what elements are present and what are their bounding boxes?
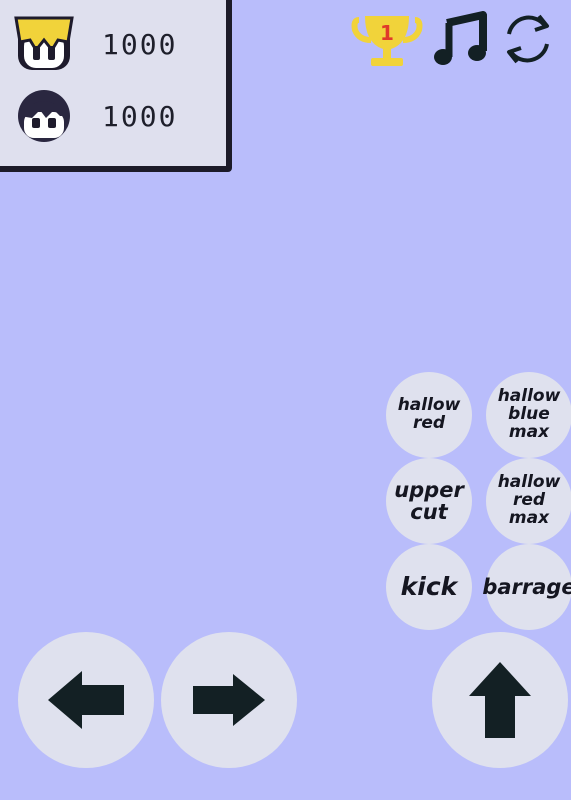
arrow-right-icon: [193, 674, 265, 726]
upper-cut-label: upper cut: [394, 477, 464, 524]
upper-cut-button[interactable]: upper cut: [386, 458, 472, 544]
hallow-red-label: hallow red: [397, 395, 461, 433]
scoreboard-panel: 1000 1000: [0, 0, 232, 172]
barrage-label: barrage: [482, 574, 571, 599]
arrow-up-icon: [469, 662, 531, 738]
music-note-icon[interactable]: [433, 11, 489, 67]
kick-button[interactable]: kick: [386, 544, 472, 630]
player-2-row: 1000: [14, 86, 177, 146]
player-2-avatar: [18, 90, 70, 142]
refresh-icon[interactable]: [499, 10, 557, 68]
hallow-red-max-button[interactable]: hallow red max: [486, 458, 571, 544]
move-right-button[interactable]: [161, 632, 297, 768]
trophy-count: 1: [380, 21, 394, 45]
player-2-hp: 1000: [102, 99, 178, 133]
player-1-row: 1000: [14, 14, 177, 74]
player-1-hp: 1000: [102, 27, 178, 61]
arrow-left-icon: [48, 671, 124, 729]
top-icon-bar: 1: [351, 10, 557, 68]
trophy-icon[interactable]: 1: [351, 10, 423, 68]
hallow-blue-max-button[interactable]: hallow blue max: [486, 372, 571, 458]
hallow-blue-max-label: hallow blue max: [497, 386, 561, 442]
hallow-red-max-label: hallow red max: [497, 472, 561, 528]
hallow-red-button[interactable]: hallow red: [386, 372, 472, 458]
move-left-button[interactable]: [18, 632, 154, 768]
jump-button[interactable]: [432, 632, 568, 768]
player-1-avatar: [14, 16, 74, 70]
kick-label: kick: [400, 571, 458, 601]
barrage-button[interactable]: barrage: [482, 544, 571, 630]
